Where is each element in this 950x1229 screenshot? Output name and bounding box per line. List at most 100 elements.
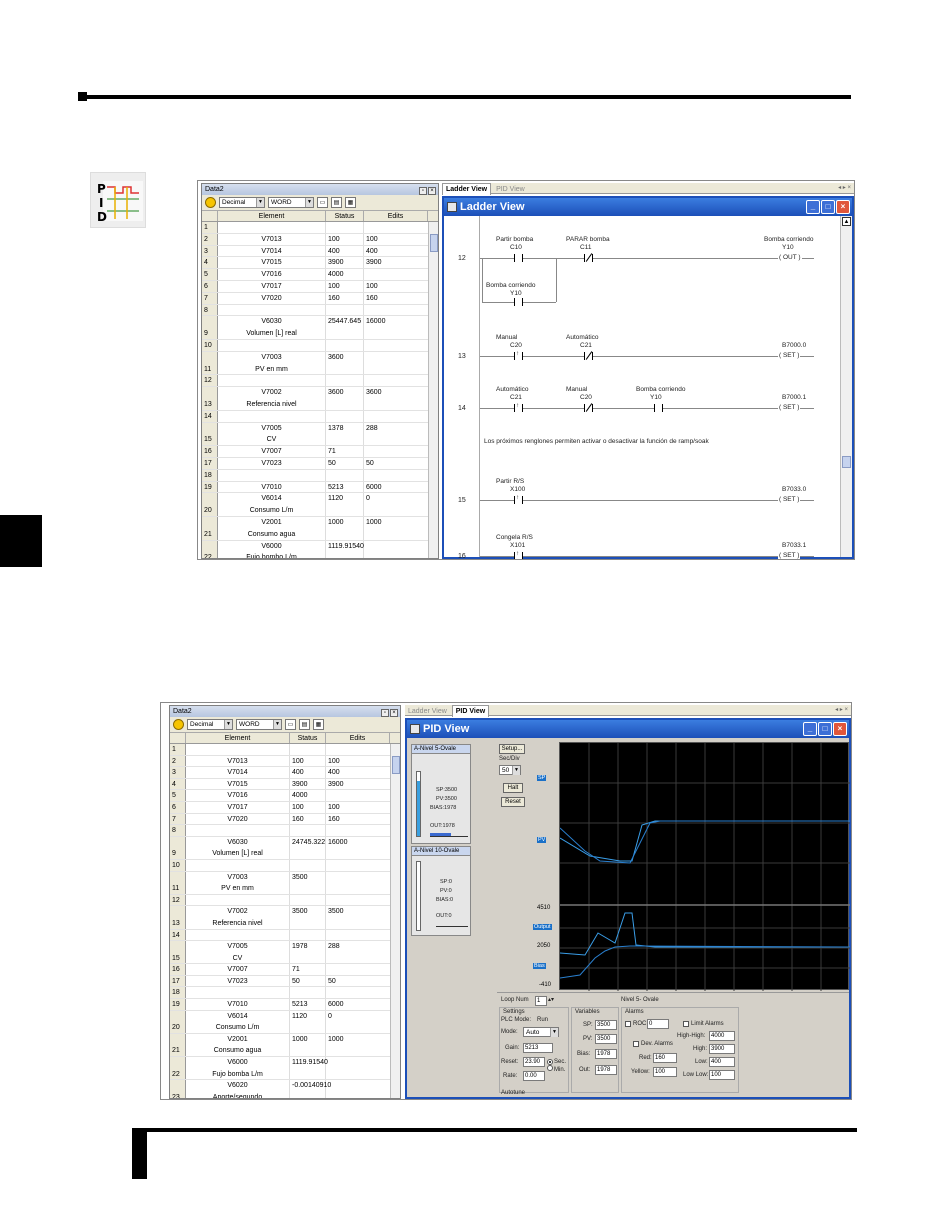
element-cell[interactable]: V7013 <box>218 233 326 245</box>
insert-row-icon[interactable]: ▤ <box>331 197 342 208</box>
table-row[interactable]: 7 V7020 160 160 <box>202 292 438 305</box>
table-row[interactable]: 6 V7017 100 100 <box>202 280 438 293</box>
table-row[interactable]: 11 V7003 PV en mm 3500 <box>170 871 400 895</box>
col-element[interactable]: Element <box>218 211 326 221</box>
edits-cell[interactable]: 16000 <box>326 837 390 859</box>
edits-cell[interactable] <box>326 790 390 801</box>
element-cell[interactable] <box>186 825 290 836</box>
status-cell[interactable]: 5213 <box>290 999 326 1010</box>
reset-trend-button[interactable]: Reset <box>501 797 525 807</box>
element-cell[interactable]: V7016 <box>186 790 290 801</box>
element-cell[interactable]: V6020 Aporte/segundo <box>186 1080 290 1098</box>
dev-alarms-checkbox[interactable] <box>633 1041 639 1047</box>
status-cell[interactable] <box>290 894 326 906</box>
table-row[interactable]: 3 V7014 400 400 <box>202 245 438 258</box>
format-select[interactable]: Decimal ▼ <box>187 719 233 730</box>
edits-cell[interactable] <box>326 860 390 871</box>
element-cell[interactable] <box>186 744 290 755</box>
edits-cell[interactable]: 100 <box>326 802 390 813</box>
status-cell[interactable]: 100 <box>326 280 364 292</box>
edits-cell[interactable] <box>364 305 428 316</box>
insert-multi-icon[interactable]: ▦ <box>345 197 356 208</box>
status-cell[interactable] <box>326 304 364 316</box>
out-field[interactable]: 1978 <box>595 1065 617 1075</box>
edits-cell[interactable]: 50 <box>326 976 390 987</box>
roc-field[interactable]: 0 <box>647 1019 669 1029</box>
status-cell[interactable]: 1000 <box>326 516 364 540</box>
close-window-icon[interactable]: × <box>833 722 847 736</box>
table-row[interactable]: 10 <box>170 859 400 872</box>
coil-set-icon[interactable]: ( SET ) <box>778 496 801 503</box>
status-cell[interactable]: 3500 <box>290 906 326 929</box>
edits-cell[interactable]: 3900 <box>326 779 390 790</box>
table-row[interactable]: 12 <box>170 894 400 907</box>
status-cell[interactable] <box>326 375 364 387</box>
edits-cell[interactable] <box>326 1057 390 1079</box>
edits-cell[interactable] <box>364 352 428 375</box>
contact-nc-icon[interactable] <box>584 352 593 360</box>
edits-cell[interactable]: 16000 <box>364 316 428 339</box>
edits-cell[interactable]: 400 <box>364 246 428 257</box>
edits-cell[interactable] <box>364 541 428 558</box>
highhigh-field[interactable]: 4000 <box>709 1031 735 1041</box>
element-cell[interactable]: V6030 Volumen [L] real <box>218 316 326 339</box>
minimize-icon[interactable]: _ <box>806 200 820 214</box>
reset-field[interactable]: 23.90 <box>523 1057 545 1067</box>
edits-cell[interactable] <box>364 446 428 457</box>
element-cell[interactable]: V7015 <box>218 257 326 269</box>
status-cell[interactable] <box>326 410 364 422</box>
edits-cell[interactable]: 3600 <box>364 387 428 410</box>
status-cell[interactable] <box>326 339 364 351</box>
element-cell[interactable]: V7007 <box>218 446 326 457</box>
edits-cell[interactable]: 6000 <box>326 999 390 1010</box>
element-cell[interactable]: V7016 <box>218 269 326 280</box>
bias-field[interactable]: 1978 <box>595 1049 617 1059</box>
table-row[interactable]: 6 V7017 100 100 <box>170 801 400 814</box>
table-row[interactable]: 19 V7010 5213 6000 <box>202 481 438 494</box>
data-type-icon[interactable] <box>173 719 184 730</box>
element-cell[interactable]: V7023 <box>186 975 290 987</box>
edits-cell[interactable] <box>364 269 428 280</box>
edits-cell[interactable] <box>326 930 390 941</box>
element-cell[interactable]: V6014 Consumo L/m <box>186 1010 290 1033</box>
element-cell[interactable]: V7020 <box>186 813 290 825</box>
element-cell[interactable] <box>186 894 290 906</box>
status-cell[interactable]: 71 <box>326 446 364 457</box>
status-cell[interactable]: 71 <box>290 964 326 975</box>
data-panel-2-scrollbar[interactable] <box>390 744 400 1098</box>
status-cell[interactable]: 100 <box>290 801 326 813</box>
autotune-label[interactable]: Autotune <box>501 1090 525 1096</box>
edits-cell[interactable] <box>326 987 390 998</box>
status-cell[interactable]: 1120 <box>326 493 364 516</box>
ladder-scrollbar[interactable]: ▲ <box>840 216 852 557</box>
status-cell[interactable]: 25447.645 <box>326 316 364 339</box>
element-cell[interactable]: V2001 Consumo agua <box>186 1033 290 1057</box>
edits-cell[interactable] <box>364 375 428 386</box>
edits-cell[interactable]: 3500 <box>326 906 390 928</box>
contact-no-icon[interactable] <box>514 298 523 306</box>
status-cell[interactable]: 400 <box>290 767 326 778</box>
edits-cell[interactable] <box>364 411 428 422</box>
contact-no-icon[interactable] <box>514 254 523 262</box>
edits-cell[interactable]: 1000 <box>326 1034 390 1056</box>
element-cell[interactable]: V7002 Referencia nivel <box>218 387 326 410</box>
status-cell[interactable]: 24745.322 <box>290 836 326 859</box>
edits-cell[interactable]: 288 <box>364 423 428 446</box>
data-panel-scrollbar[interactable] <box>428 222 438 558</box>
element-cell[interactable] <box>186 987 290 999</box>
element-cell[interactable]: V6000 Fujo bombo L/m <box>218 540 326 558</box>
status-cell[interactable]: 3900 <box>326 257 364 269</box>
status-cell[interactable]: 4000 <box>290 790 326 801</box>
table-row[interactable]: 7 V7020 160 160 <box>170 813 400 826</box>
status-cell[interactable]: 3900 <box>290 778 326 790</box>
status-cell[interactable]: 1978 <box>290 941 326 964</box>
new-page-icon[interactable]: ▭ <box>317 197 328 208</box>
element-cell[interactable]: V7013 <box>186 755 290 767</box>
element-cell[interactable] <box>218 375 326 387</box>
halt-button[interactable]: Halt <box>503 783 523 793</box>
element-cell[interactable]: V7010 <box>218 481 326 493</box>
table-row[interactable]: 1 <box>170 744 400 756</box>
table-row[interactable]: 3 V7014 400 400 <box>170 767 400 779</box>
coil-set-icon[interactable]: ( SET ) <box>778 404 801 411</box>
element-cell[interactable]: V7007 <box>186 964 290 975</box>
